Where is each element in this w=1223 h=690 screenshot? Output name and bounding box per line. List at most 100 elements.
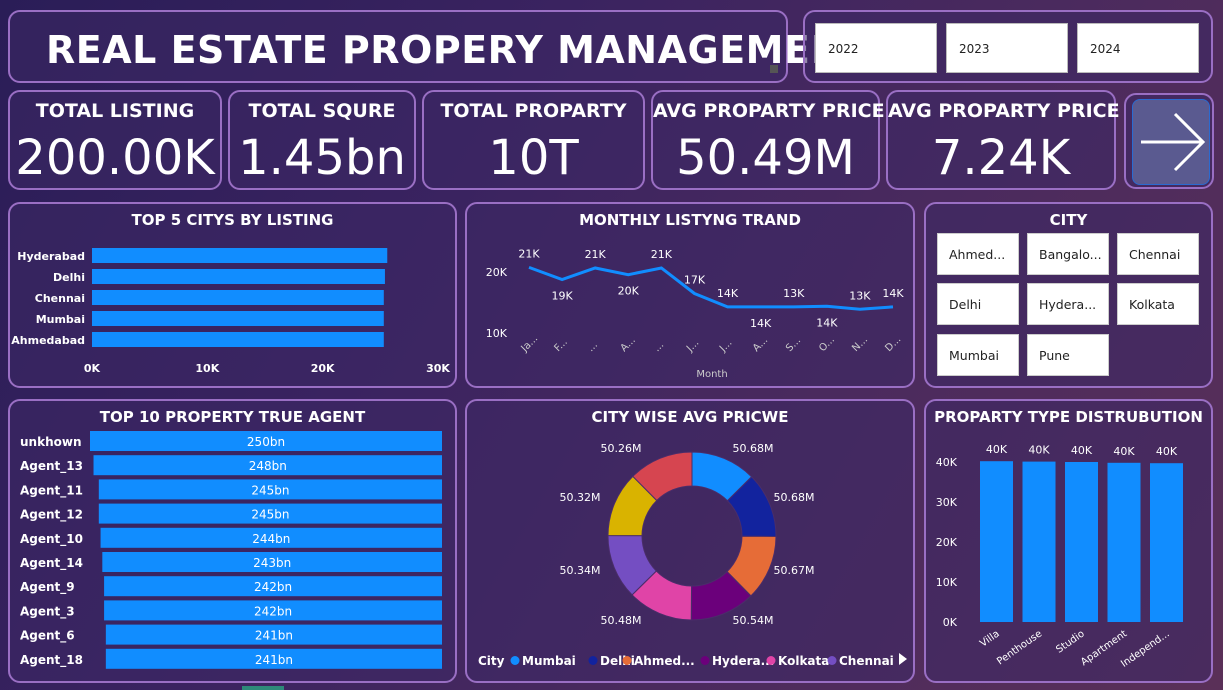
data-label: 14K [816, 316, 838, 329]
property-type-chart: 40K 30K 20K 10K 0K 40K Villa 40K Penthouse 40K Stu… [936, 443, 1183, 670]
page-tab-indicator [242, 686, 284, 690]
bar [1065, 462, 1098, 622]
top-cities-panel: TOP 5 CITYS BY LISTING Hyderabad Delhi Che… [8, 202, 457, 388]
series-line [528, 265, 894, 311]
data-label: 242bn [254, 580, 292, 594]
category-label: Agent_14 [20, 556, 83, 571]
x-tick-label: Villa [978, 628, 1002, 649]
monthly-trend-chart: 20K 10K 21K Ja... 19K F... 21K... 20K A... 21K...… [486, 247, 905, 380]
x-tick-label: 10K [195, 362, 219, 375]
bar [92, 248, 388, 263]
data-label: 21K [518, 247, 540, 260]
year-option-2022[interactable]: 2022 [815, 23, 937, 73]
bar [92, 269, 385, 284]
bar [1107, 462, 1141, 622]
next-page-button-face[interactable] [1132, 99, 1210, 185]
legend-label: Kolkata [778, 654, 829, 668]
x-tick-label: ... [652, 340, 667, 355]
kpi-avg-property-price-per-unit: AVG PROPARTY PRICE 7.24K [886, 90, 1120, 190]
data-label: 241bn [255, 653, 293, 667]
kpi-value: 200.00K [15, 130, 215, 186]
legend-label: Ahmed... [634, 654, 695, 668]
data-label: 17K [684, 274, 706, 287]
x-axis-title: Month [696, 369, 727, 380]
city-option-pune[interactable]: Pune [1027, 334, 1109, 376]
x-tick-label: S... [784, 335, 803, 354]
data-label: 248bn [249, 459, 287, 473]
city-avg-price-panel: CITY WISE AVG PRICWE 50.68M 50.68M 50.67M 5… [465, 399, 915, 683]
data-label: 20K [618, 285, 640, 298]
legend-label: Mumbai [522, 654, 576, 668]
data-label: 242bn [254, 604, 292, 618]
x-tick-label: Ja... [519, 333, 541, 355]
x-tick-label: 20K [311, 362, 335, 375]
city-option-delhi[interactable]: Delhi [937, 283, 1019, 325]
data-label: 50.26M [601, 442, 642, 455]
city-avg-price-chart: 50.68M 50.68M 50.67M 50.54M 50.48M 50.34M 50.3… [478, 442, 907, 668]
data-label: 50.68M [733, 442, 774, 455]
city-option-bangalore[interactable]: Bangalo... [1027, 233, 1109, 275]
data-label: 241bn [255, 629, 293, 643]
property-type-panel: PROPARTY TYPE DISTRUBUTION 40K 30K 20K 10K 0… [924, 399, 1213, 683]
category-label: Agent_13 [20, 459, 83, 474]
data-label: 40K [986, 443, 1008, 456]
data-label: 13K [849, 289, 871, 302]
next-page-button[interactable] [1124, 93, 1214, 189]
legend-marker [622, 656, 632, 665]
category-label: Mumbai [36, 313, 85, 326]
arrow-right-icon [1141, 112, 1206, 172]
top-agents-chart: unkhown 250bn Agent_13 248bn Agent_11 245bn Ag… [20, 431, 443, 669]
x-tick-label: J... [684, 338, 701, 355]
kpi-label: TOTAL PROPARTY [440, 100, 627, 122]
data-label: 14K [717, 287, 739, 300]
kpi-total-listing: TOTAL LISTING 200.00K [8, 90, 222, 190]
kpi-value: 1.45bn [238, 130, 406, 186]
city-option-chennai[interactable]: Chennai [1117, 233, 1199, 275]
data-label: 14K [750, 317, 772, 330]
y-tick-label: 20K [936, 536, 958, 549]
legend-marker [588, 656, 598, 665]
year-option-2023[interactable]: 2023 [946, 23, 1068, 73]
city-option-mumbai[interactable]: Mumbai [937, 334, 1019, 376]
kpi-value: 50.49M [676, 130, 855, 186]
category-label: Agent_3 [20, 604, 75, 619]
year-slicer: 2022 2023 2024 [803, 10, 1213, 83]
data-label: 14K [882, 287, 904, 300]
category-label: Agent_18 [20, 653, 83, 668]
category-label: Ahmedabad [11, 334, 85, 347]
kpi-label: TOTAL SQURE [248, 100, 396, 122]
y-tick-label: 0K [943, 616, 958, 629]
category-label: Hyderabad [17, 250, 85, 263]
data-label: 50.68M [774, 491, 815, 504]
monthly-trend-panel: MONTHLY LISTYNG TRAND 20K 10K 21K Ja... 19K F… [465, 202, 915, 388]
city-option-hyderabad[interactable]: Hydera... [1027, 283, 1109, 325]
data-label: 50.67M [774, 564, 815, 577]
data-label: 50.48M [601, 614, 642, 627]
city-option-kolkata[interactable]: Kolkata [1117, 283, 1199, 325]
kpi-label: TOTAL LISTING [35, 100, 195, 122]
data-label: 40K [1156, 445, 1178, 458]
x-tick-label: ... [586, 340, 601, 355]
data-label: 40K [1071, 444, 1093, 457]
data-label: 244bn [252, 532, 290, 546]
city-option-ahmedabad[interactable]: Ahmed... [937, 233, 1019, 275]
x-tick-label: D... [883, 334, 903, 354]
x-tick-label: Penthouse [995, 628, 1044, 667]
legend-label: Chennai [839, 654, 894, 668]
kpi-avg-property-price: AVG PROPARTY PRICE 50.49M [651, 90, 885, 190]
data-label: 245bn [251, 483, 289, 497]
data-label: 40K [1113, 445, 1135, 458]
x-tick-label: A... [619, 335, 638, 354]
legend-marker [700, 656, 710, 665]
bar [92, 332, 384, 347]
data-label: 243bn [253, 556, 291, 570]
data-label: 50.54M [733, 614, 774, 627]
y-tick-label: 40K [936, 456, 958, 469]
data-label: 40K [1028, 444, 1050, 457]
legend-marker [827, 656, 837, 665]
year-option-2024[interactable]: 2024 [1077, 23, 1199, 73]
data-label: 245bn [251, 508, 289, 522]
category-label: Agent_6 [20, 629, 75, 644]
legend-label: Hydera... [712, 654, 774, 668]
data-label: 21K [585, 248, 607, 261]
